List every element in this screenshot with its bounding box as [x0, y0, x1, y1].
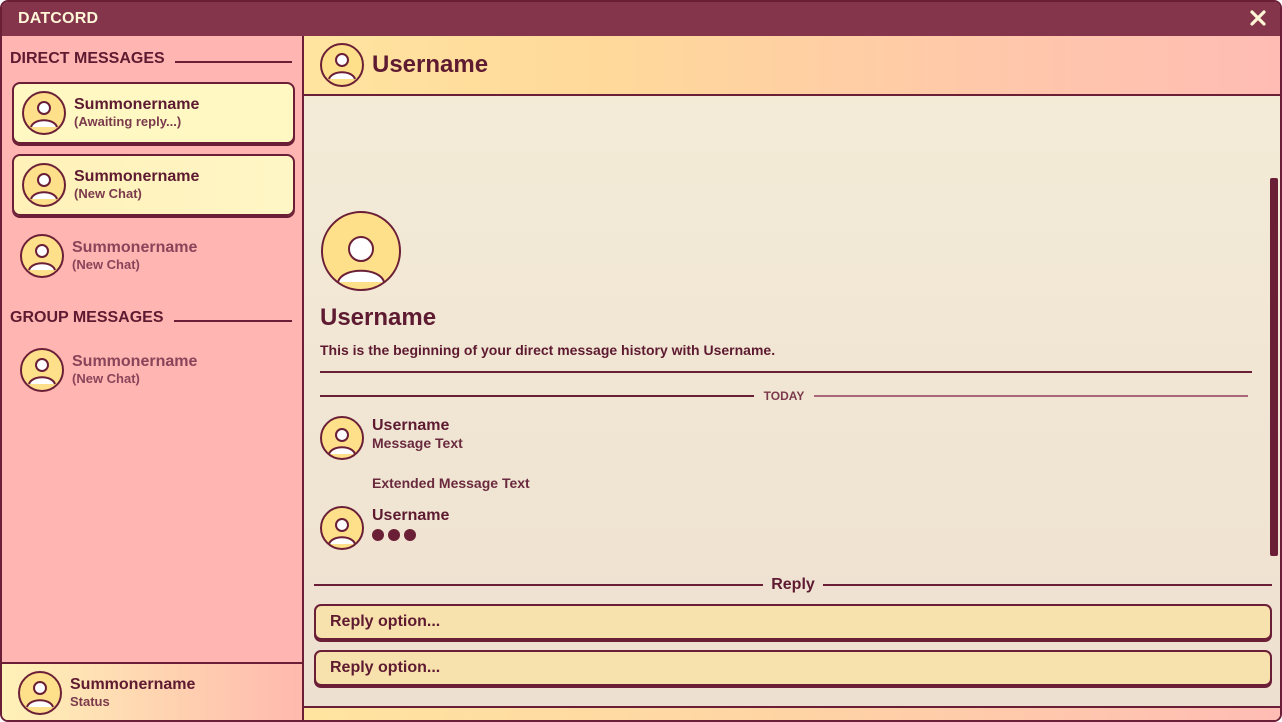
sidebar: DIRECT MESSAGES Summonername (Awaiting r…: [2, 36, 304, 720]
current-user-status: Status: [70, 693, 110, 709]
current-user-name: Summonername: [70, 676, 196, 694]
group-name: Summonername: [72, 353, 198, 371]
chat-header: Username: [304, 36, 1280, 96]
message-text: Message Text: [372, 435, 463, 452]
divider: [320, 395, 754, 397]
user-avatar-icon: [22, 91, 66, 135]
date-divider: TODAY: [320, 388, 1248, 404]
reply-option-button[interactable]: Reply option...: [314, 650, 1272, 686]
dm-name: Summonername: [74, 96, 200, 114]
reply-label: Reply: [771, 576, 815, 593]
user-avatar-icon: [320, 43, 364, 87]
chat-header-name: Username: [372, 51, 489, 78]
close-button[interactable]: [1246, 6, 1270, 30]
date-divider-label: TODAY: [763, 389, 805, 403]
message: Username Message Text: [320, 416, 463, 460]
dm-status: (New Chat): [72, 256, 140, 272]
direct-messages-label: DIRECT MESSAGES: [10, 50, 165, 67]
divider: [314, 584, 764, 586]
dm-name: Summonername: [72, 239, 198, 257]
message-author: Username: [372, 507, 450, 524]
bottom-bar: [304, 706, 1280, 720]
message-author: Username: [372, 417, 450, 434]
chat-panel: Username Username This is the beginning …: [304, 36, 1280, 720]
user-avatar-icon: [22, 163, 66, 207]
user-avatar-icon: [320, 506, 364, 550]
dm-item[interactable]: Summonername (New Chat): [12, 154, 295, 216]
reply-option-button[interactable]: Reply option...: [314, 604, 1272, 640]
app-window: DATCORD DIRECT MESSAGES Summonername (Aw…: [0, 0, 1282, 722]
group-item[interactable]: Summonername (New Chat): [12, 339, 295, 401]
group-messages-label: GROUP MESSAGES: [10, 309, 164, 326]
user-avatar-icon: [20, 348, 64, 392]
dm-item[interactable]: Summonername (Awaiting reply...): [12, 82, 295, 144]
dm-status: (New Chat): [74, 185, 142, 201]
title-bar: DATCORD: [2, 2, 1280, 36]
user-avatar-icon: [321, 211, 401, 291]
dm-status: (Awaiting reply...): [74, 113, 182, 129]
intro-name: Username: [320, 304, 437, 331]
group-status: (New Chat): [72, 370, 140, 386]
divider: [320, 371, 1252, 373]
close-icon: [1250, 10, 1266, 26]
app-title: DATCORD: [18, 10, 99, 27]
dm-item[interactable]: Summonername (New Chat): [12, 225, 295, 287]
divider: [814, 395, 1248, 397]
message: Username: [320, 506, 449, 550]
typing-dots-icon: [372, 529, 449, 542]
user-avatar-icon: [20, 234, 64, 278]
current-user-panel[interactable]: Summonername Status: [2, 662, 302, 720]
user-avatar-icon: [320, 416, 364, 460]
scrollbar[interactable]: [1270, 178, 1278, 556]
user-avatar-icon: [18, 671, 62, 715]
dm-name: Summonername: [74, 168, 200, 186]
direct-messages-heading: DIRECT MESSAGES: [10, 48, 292, 70]
message-extended-text: Extended Message Text: [372, 475, 530, 491]
divider: [173, 320, 292, 322]
divider: [822, 584, 1273, 586]
reply-divider: Reply: [314, 576, 1273, 594]
group-messages-heading: GROUP MESSAGES: [10, 307, 292, 329]
intro-text: This is the beginning of your direct mes…: [320, 342, 776, 358]
divider: [174, 61, 292, 63]
